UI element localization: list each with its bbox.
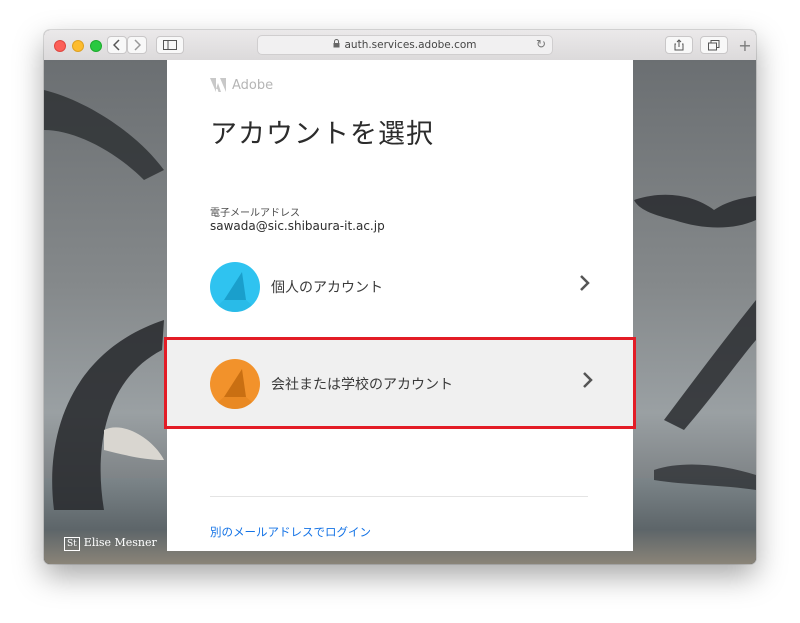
photographer-name: Elise Mesner — [83, 536, 157, 549]
back-button[interactable] — [107, 36, 127, 54]
share-icon — [674, 39, 684, 51]
personal-account-label: 個人のアカウント — [271, 280, 383, 296]
new-tab-button[interactable]: + — [734, 36, 756, 58]
tabs-overview-button[interactable] — [700, 36, 728, 54]
zoom-window-button[interactable] — [90, 40, 102, 52]
adobe-brand-text: Adobe — [232, 78, 274, 93]
close-window-button[interactable] — [54, 40, 66, 52]
adobe-brand: Adobe — [210, 78, 273, 96]
seagull-shape — [44, 90, 164, 180]
use-another-email-link[interactable]: 別のメールアドレスでログイン — [210, 524, 371, 540]
email-label: 電子メールアドレス — [210, 208, 300, 219]
browser-toolbar: auth.services.adobe.com ↻ + — [44, 30, 756, 61]
tabs-icon — [708, 40, 720, 51]
sidebar-icon — [163, 40, 177, 50]
chevron-left-icon — [112, 39, 120, 51]
browser-window: auth.services.adobe.com ↻ + St Elise Mesn… — [44, 30, 756, 564]
reload-icon[interactable]: ↻ — [536, 37, 546, 51]
seagull-shape — [654, 300, 756, 490]
business-account-label: 会社または学校のアカウント — [271, 377, 453, 393]
personal-account-icon — [210, 262, 260, 312]
chevron-right-icon — [583, 372, 593, 388]
account-chooser-card: Adobe アカウントを選択 電子メールアドレス sawada@sic.shib… — [164, 60, 636, 551]
photo-credit: St Elise Mesner — [64, 536, 157, 551]
business-account-option[interactable]: 会社または学校のアカウント — [164, 337, 636, 429]
business-account-icon — [210, 359, 260, 409]
divider — [210, 496, 588, 497]
seagull-shape — [634, 194, 756, 228]
page-title: アカウントを選択 — [210, 119, 434, 150]
email-value: sawada@sic.shibaura-it.ac.jp — [210, 219, 385, 233]
sidebar-button[interactable] — [156, 36, 184, 54]
lock-icon — [333, 39, 340, 51]
chevron-right-icon — [580, 275, 590, 291]
stock-badge: St — [64, 537, 80, 551]
url-text: auth.services.adobe.com — [344, 39, 477, 51]
address-bar[interactable]: auth.services.adobe.com ↻ — [257, 35, 553, 55]
personal-account-option[interactable]: 個人のアカウント — [167, 240, 633, 332]
share-button[interactable] — [665, 36, 693, 54]
adobe-logo-icon — [210, 78, 226, 96]
minimize-window-button[interactable] — [72, 40, 84, 52]
chevron-right-icon — [134, 39, 142, 51]
seagull-shape — [52, 320, 164, 510]
forward-button[interactable] — [127, 36, 147, 54]
